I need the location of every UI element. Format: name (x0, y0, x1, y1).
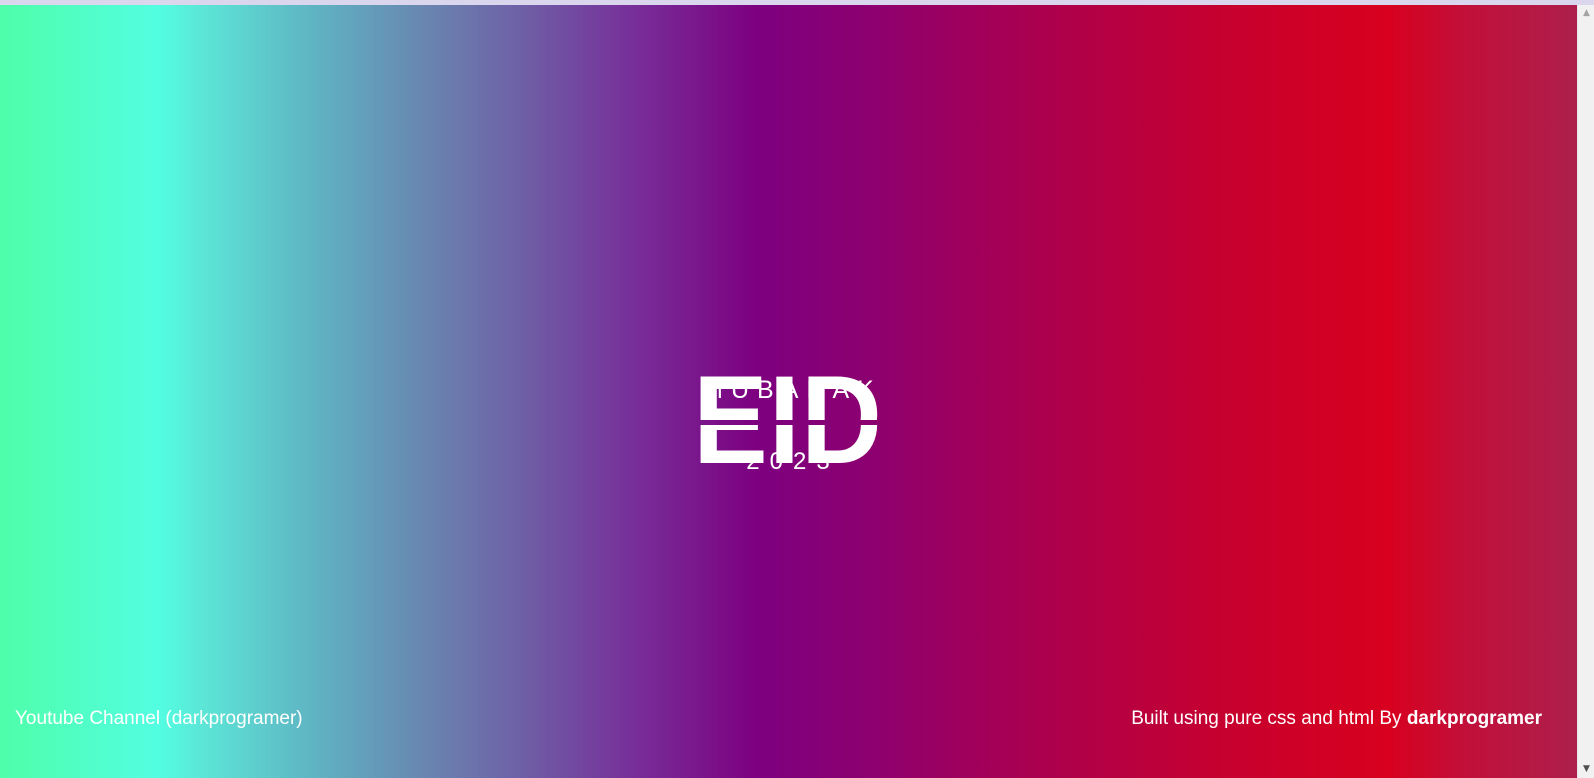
youtube-channel-text: Youtube Channel (darkprogramer) (15, 708, 303, 729)
eid-greeting: EID EID MUBARAK 2023 (668, 360, 908, 515)
built-by-prefix: Built using pure css and html By (1131, 708, 1402, 729)
built-by-credit: Built using pure css and html By darkpro… (1131, 708, 1542, 730)
scroll-up-arrow-icon[interactable]: ▲ (1578, 5, 1594, 22)
author-name: darkprogramer (1406, 708, 1542, 729)
year-text: 2023 (746, 448, 840, 475)
vertical-scrollbar[interactable]: ▲ ▼ (1577, 5, 1594, 778)
page-background: EID EID MUBARAK 2023 Youtube Channel (da… (0, 5, 1577, 778)
scroll-down-arrow-icon[interactable]: ▼ (1578, 761, 1594, 778)
scrollbar-thumb[interactable] (1582, 24, 1591, 757)
mubarak-text: MUBARAK (702, 376, 882, 404)
